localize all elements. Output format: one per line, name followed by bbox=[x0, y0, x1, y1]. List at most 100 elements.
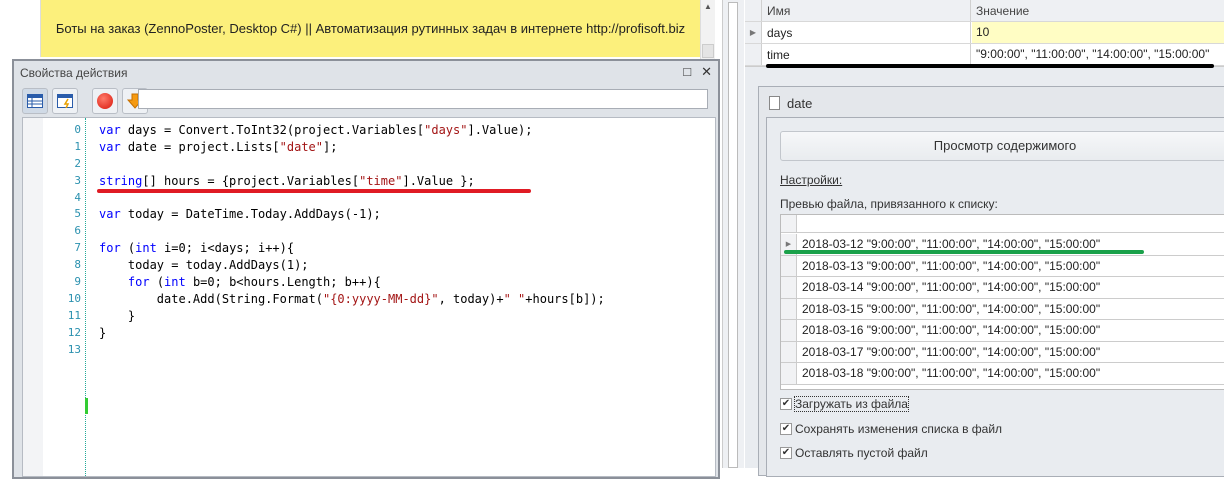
preview-value: 2018-03-16 "9:00:00", "11:00:00", "14:00… bbox=[802, 323, 1101, 337]
preview-label: Превью файла, привязанного к списку: bbox=[780, 197, 998, 211]
variables-grid: Имя Значение ▶ days 10 time "9:00:00", "11:0… bbox=[745, 0, 1224, 67]
splitter[interactable] bbox=[722, 0, 744, 468]
row-pointer-icon: ▶ bbox=[745, 22, 762, 43]
document-icon bbox=[769, 96, 780, 110]
code-token: date = project.Lists[ bbox=[120, 139, 280, 154]
code-token: "date" bbox=[279, 139, 323, 154]
column-header-value[interactable]: Значение bbox=[972, 0, 1224, 21]
line-number: 4 bbox=[74, 190, 81, 204]
settings-link[interactable]: Настройки: bbox=[780, 173, 842, 187]
window-action-button[interactable] bbox=[52, 88, 78, 114]
line-number: 9 bbox=[74, 275, 81, 289]
code-token: var bbox=[99, 139, 121, 154]
line-number: 13 bbox=[67, 342, 81, 356]
code-token: ( bbox=[120, 241, 136, 256]
code-token: "time" bbox=[359, 173, 403, 188]
row-marker bbox=[781, 341, 797, 362]
scroll-thumb[interactable] bbox=[702, 44, 714, 58]
right-panel: Имя Значение ▶ days 10 time "9:00:00", "11:0… bbox=[745, 0, 1224, 477]
table-row[interactable]: 2018-03-16 "9:00:00", "11:00:00", "14:00… bbox=[781, 320, 1224, 342]
toolbar-input[interactable] bbox=[138, 89, 708, 109]
code-token: for bbox=[127, 275, 150, 290]
table-row[interactable]: 2018-03-15 "9:00:00", "11:00:00", "14:00… bbox=[781, 298, 1224, 320]
table-icon bbox=[27, 94, 43, 108]
checkbox-keep-empty-file[interactable]: ✔ Оставлять пустой файл bbox=[780, 446, 928, 460]
line-number: 3 bbox=[74, 173, 81, 187]
red-underline-annotation bbox=[97, 189, 531, 193]
action-properties-dialog: Свойства действия □ ✕ 0 var days = Convert… bbox=[12, 59, 720, 479]
code-token: i=0; i<days; i++){ bbox=[156, 241, 295, 256]
code-token: today = DateTime.Today.AddDays(-1); bbox=[120, 207, 381, 222]
code-token: , today)+ bbox=[438, 291, 504, 306]
column-header-name[interactable]: Имя bbox=[763, 0, 971, 21]
line-number: 8 bbox=[74, 258, 81, 272]
window-lightning-icon bbox=[57, 94, 73, 108]
code-token: ]; bbox=[323, 139, 338, 154]
checkbox[interactable]: ✔ bbox=[780, 447, 792, 459]
table-row[interactable]: 2018-03-13 "9:00:00", "11:00:00", "14:00… bbox=[781, 255, 1224, 277]
list-panel: date Просмотр содержимого Настройки: Пре… bbox=[758, 86, 1224, 477]
checkbox[interactable]: ✔ bbox=[780, 423, 792, 435]
row-marker bbox=[781, 320, 797, 341]
var-name: time bbox=[763, 44, 971, 65]
red-circle-icon bbox=[97, 93, 113, 109]
line-number: 7 bbox=[74, 241, 81, 255]
preview-value: 2018-03-14 "9:00:00", "11:00:00", "14:00… bbox=[802, 280, 1101, 294]
table-row[interactable]: 2018-03-17 "9:00:00", "11:00:00", "14:00… bbox=[781, 341, 1224, 363]
code-token: ( bbox=[149, 275, 165, 290]
line-number: 11 bbox=[67, 308, 81, 322]
table-row[interactable]: 2018-03-18 "9:00:00", "11:00:00", "14:00… bbox=[781, 363, 1224, 385]
checkbox-save-changes[interactable]: ✔ Сохранять изменения списка в файл bbox=[780, 422, 1002, 436]
var-value[interactable]: "9:00:00", "11:00:00", "14:00:00", "15:0… bbox=[972, 44, 1224, 65]
list-name: date bbox=[787, 96, 813, 111]
var-value[interactable]: 10 bbox=[972, 22, 1224, 43]
banner-text: Боты на заказ (ZennoPoster, Desktop C#) … bbox=[55, 21, 686, 36]
code-token: for bbox=[99, 241, 121, 256]
dialog-title: Свойства действия bbox=[20, 66, 128, 80]
code-editor[interactable]: 0 var days = Convert.ToInt32(project.Vari… bbox=[22, 117, 716, 477]
row-marker bbox=[781, 277, 797, 298]
line-number: 0 bbox=[74, 123, 81, 136]
code-token: string bbox=[99, 173, 143, 188]
preview-table: ▶ 2018-03-12 "9:00:00", "11:00:00", "14:0… bbox=[780, 214, 1224, 390]
line-number: 2 bbox=[74, 156, 81, 170]
code-token: "{0:yyyy-MM-dd}" bbox=[322, 291, 439, 306]
green-underline-annotation bbox=[784, 250, 1144, 254]
line-number: 1 bbox=[74, 139, 81, 153]
var-name: days bbox=[763, 22, 971, 43]
table-view-button[interactable] bbox=[22, 88, 48, 114]
maximize-icon[interactable]: □ bbox=[683, 64, 691, 80]
checkbox[interactable]: ✔ bbox=[780, 398, 792, 410]
checkbox-load-from-file[interactable]: ✔ Загружать из файла bbox=[780, 396, 909, 412]
preview-value: 2018-03-17 "9:00:00", "11:00:00", "14:00… bbox=[802, 344, 1101, 359]
table-row[interactable]: time "9:00:00", "11:00:00", "14:00:00", "… bbox=[745, 44, 1224, 66]
code-token: "days" bbox=[424, 123, 468, 137]
view-contents-button[interactable]: Просмотр содержимого bbox=[780, 131, 1224, 161]
code-token: [] hours = {project.Variables[ bbox=[142, 173, 360, 188]
code-token: var bbox=[99, 207, 121, 222]
row-marker bbox=[781, 255, 797, 276]
code-token: } bbox=[99, 308, 136, 323]
code-token: int bbox=[135, 241, 157, 256]
code-token: days = Convert.ToInt32(project.Variables… bbox=[120, 123, 425, 137]
line-number: 5 bbox=[74, 207, 81, 221]
scroll-up-icon[interactable]: ▲ bbox=[704, 2, 712, 11]
line-number: 6 bbox=[74, 224, 81, 238]
row-marker bbox=[781, 363, 797, 384]
code-token: ].Value }; bbox=[402, 173, 475, 188]
table-row[interactable]: ▶ days 10 bbox=[745, 22, 1224, 44]
code-token: " " bbox=[503, 291, 526, 306]
code-token: today = today.AddDays(1); bbox=[99, 258, 309, 273]
code-token: ].Value); bbox=[467, 123, 533, 137]
stop-button[interactable] bbox=[92, 88, 118, 114]
table-row[interactable]: 2018-03-14 "9:00:00", "11:00:00", "14:00… bbox=[781, 277, 1224, 299]
code-token: +hours[b]); bbox=[525, 291, 605, 306]
change-marker bbox=[85, 398, 88, 414]
code-token: var bbox=[99, 123, 121, 137]
code-token: b=0; b<hours.Length; b++){ bbox=[185, 275, 381, 290]
scrollbar[interactable]: ▲ bbox=[700, 0, 715, 60]
preview-value: 2018-03-18 "9:00:00", "11:00:00", "14:00… bbox=[802, 366, 1101, 380]
close-icon[interactable]: ✕ bbox=[701, 64, 712, 80]
line-number: 12 bbox=[67, 325, 81, 339]
row-marker bbox=[781, 298, 797, 319]
